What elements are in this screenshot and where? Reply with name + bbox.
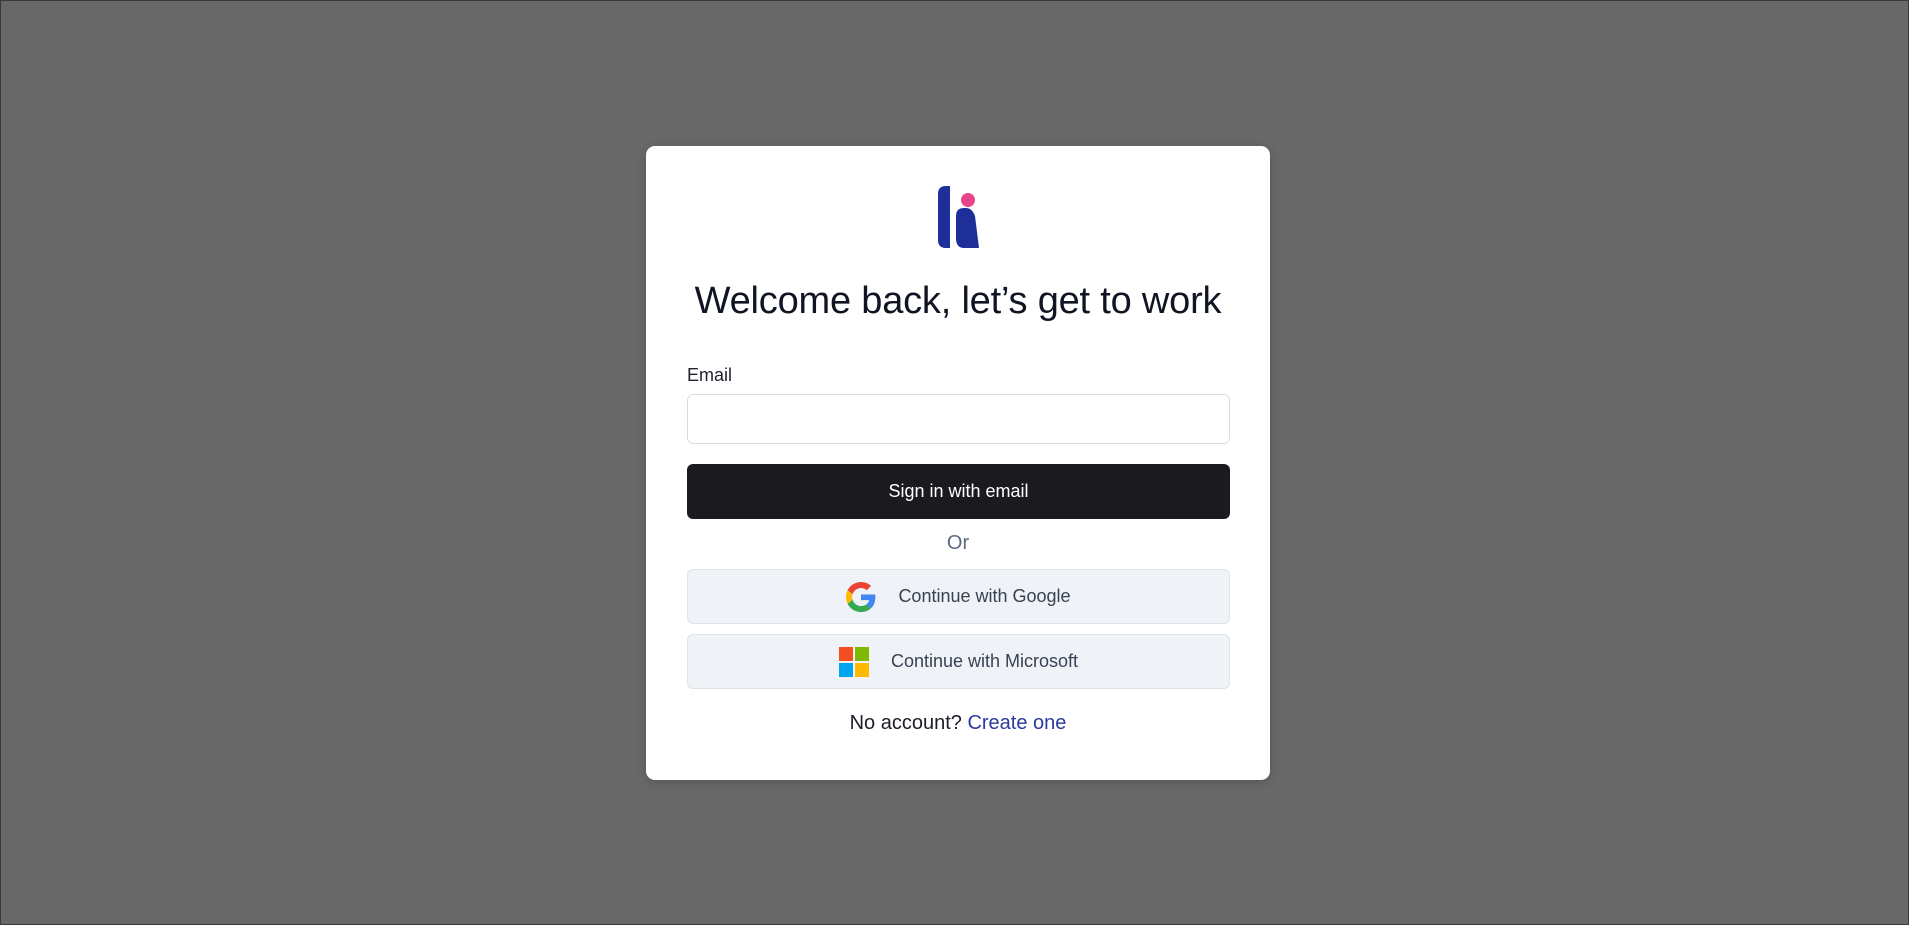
- microsoft-button-label: Continue with Microsoft: [890, 651, 1079, 671]
- signup-prompt: No account? Create one: [646, 712, 1270, 735]
- continue-with-google-button[interactable]: Continue with Google: [687, 569, 1230, 624]
- google-g-icon: [846, 581, 876, 612]
- page-title: Welcome back, let’s get to work: [694, 280, 1222, 322]
- logo-dot: [961, 193, 975, 207]
- brand-logo: [938, 186, 979, 248]
- continue-with-microsoft-button[interactable]: Continue with Microsoft: [687, 634, 1230, 689]
- or-divider: Or: [946, 532, 970, 554]
- email-label: Email: [687, 365, 733, 385]
- logo-leg: [956, 208, 979, 248]
- signup-prompt-text: No account?: [849, 712, 962, 734]
- sign-in-email-button[interactable]: Sign in with email: [687, 464, 1230, 519]
- logo-stem: [938, 186, 950, 248]
- microsoft-logo-icon: [838, 646, 869, 677]
- create-account-link[interactable]: Create one: [967, 712, 1066, 734]
- google-button-label: Continue with Google: [898, 586, 1071, 606]
- email-input[interactable]: [687, 394, 1230, 444]
- sign-in-card: Welcome back, let’s get to work Email Si…: [646, 146, 1270, 780]
- modal-backdrop: Welcome back, let’s get to work Email Si…: [0, 0, 1909, 925]
